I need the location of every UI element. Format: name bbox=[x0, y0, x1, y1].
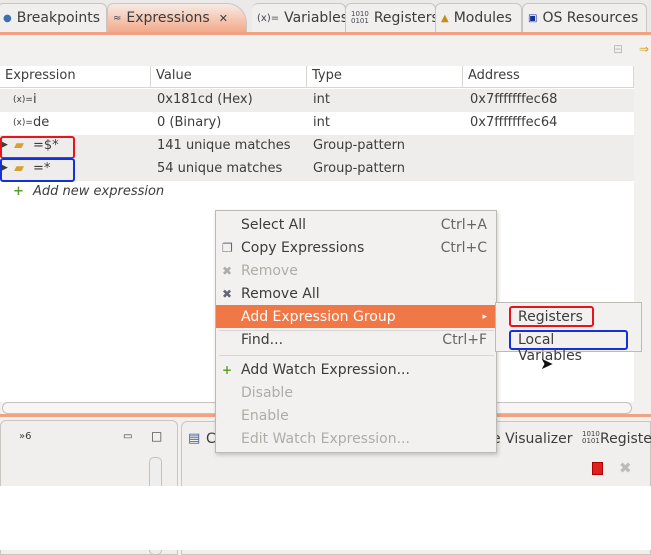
column-header-type[interactable]: Type bbox=[307, 66, 463, 88]
variable-icon: (x)= bbox=[13, 118, 33, 128]
highlight-box bbox=[0, 136, 75, 159]
overflow-tabs-button[interactable]: »6 bbox=[19, 431, 31, 442]
remove-icon: ✖ bbox=[222, 263, 233, 278]
highlight-box bbox=[0, 158, 75, 182]
add-new-expression-row[interactable]: + Add new expression bbox=[0, 181, 634, 204]
modules-icon: ▲ bbox=[441, 12, 449, 24]
blank-overlay bbox=[0, 486, 651, 550]
menu-item-enable[interactable]: Enable bbox=[216, 404, 496, 427]
tab-registers-bottom[interactable]: Registe bbox=[600, 431, 651, 447]
remove-icon[interactable]: ✖ bbox=[619, 459, 632, 477]
menu-item-find[interactable]: Find... Ctrl+F bbox=[216, 328, 496, 351]
tab-breakpoints[interactable]: ● Breakpoints bbox=[0, 3, 107, 32]
menu-item-select-all[interactable]: Select All Ctrl+A bbox=[216, 213, 496, 236]
menu-item-copy-expressions[interactable]: ❐ Copy Expressions Ctrl+C bbox=[216, 236, 496, 259]
terminate-icon[interactable] bbox=[592, 462, 603, 475]
menu-item-remove[interactable]: ✖ Remove bbox=[216, 259, 496, 282]
variables-icon: (x)= bbox=[257, 12, 280, 24]
minimize-icon[interactable]: ▭ bbox=[123, 431, 132, 442]
tab-modules[interactable]: ▲ Modules bbox=[435, 3, 522, 32]
submenu-item-registers[interactable]: Registers bbox=[509, 306, 594, 327]
menu-item-add-expression-group[interactable]: Add Expression Group ▸ bbox=[216, 305, 496, 328]
expressions-icon: ≈ bbox=[113, 12, 122, 24]
maximize-icon[interactable]: □ bbox=[151, 429, 162, 443]
copy-icon: ❐ bbox=[222, 240, 233, 255]
menu-item-add-watch-expression[interactable]: + Add Watch Expression... bbox=[216, 358, 496, 381]
link-icon[interactable]: ⇒ bbox=[639, 42, 649, 56]
column-header-address[interactable]: Address bbox=[463, 66, 634, 88]
menu-item-edit-watch-expression[interactable]: Edit Watch Expression... bbox=[216, 427, 496, 450]
menu-item-disable[interactable]: Disable bbox=[216, 381, 496, 404]
tab-visualizer[interactable]: e Visualizer bbox=[492, 431, 572, 447]
tab-os-resources[interactable]: ▣ OS Resources bbox=[522, 3, 647, 32]
table-row[interactable]: (x)= de 0 (Binary) int 0x7fffffffec64 bbox=[0, 112, 634, 135]
breakpoints-icon: ● bbox=[3, 12, 12, 24]
mouse-cursor-icon: ➤ bbox=[540, 354, 554, 373]
registers-icon: 1010 0101 bbox=[582, 430, 600, 445]
column-header-value[interactable]: Value bbox=[151, 66, 307, 88]
tab-variables[interactable]: (x)= Variables bbox=[252, 3, 348, 32]
collapse-all-icon[interactable]: ⊟ bbox=[613, 42, 623, 56]
table-row[interactable]: (x)= i 0x181cd (Hex) int 0x7fffffffec68 bbox=[0, 89, 634, 112]
os-resources-icon: ▣ bbox=[528, 12, 538, 24]
column-header-expression[interactable]: Expression bbox=[0, 66, 151, 88]
table-row[interactable]: ▶ ▰ =$* 141 unique matches Group-pattern bbox=[0, 135, 634, 159]
add-icon: + bbox=[13, 184, 24, 199]
submenu-item-local-variables[interactable]: Local Variables bbox=[509, 330, 628, 364]
submenu-arrow-icon: ▸ bbox=[482, 311, 487, 322]
close-icon[interactable]: ✕ bbox=[219, 12, 228, 25]
console-icon: ▤ bbox=[188, 431, 201, 446]
menu-item-remove-all[interactable]: ✖ Remove All bbox=[216, 282, 496, 305]
active-view-border bbox=[0, 32, 651, 35]
tab-expressions[interactable]: ≈ Expressions ✕ bbox=[107, 3, 247, 32]
view-tab-bar: ● Breakpoints ≈ Expressions ✕ (x)= Variables… bbox=[0, 0, 651, 32]
table-row[interactable]: ▶ ▰ =* 54 unique matches Group-pattern bbox=[0, 158, 634, 182]
add-icon: + bbox=[222, 362, 233, 377]
menu-separator bbox=[219, 355, 494, 356]
variable-icon: (x)= bbox=[13, 95, 33, 105]
remove-all-icon: ✖ bbox=[222, 286, 233, 301]
tab-registers[interactable]: 1010 0101 Registers bbox=[345, 3, 439, 32]
context-menu: Select All Ctrl+A ❐ Copy Expressions Ctrl+C… bbox=[215, 210, 497, 453]
submenu-expression-group: Registers Local Variables bbox=[495, 302, 642, 364]
registers-icon: 1010 0101 bbox=[351, 10, 369, 25]
